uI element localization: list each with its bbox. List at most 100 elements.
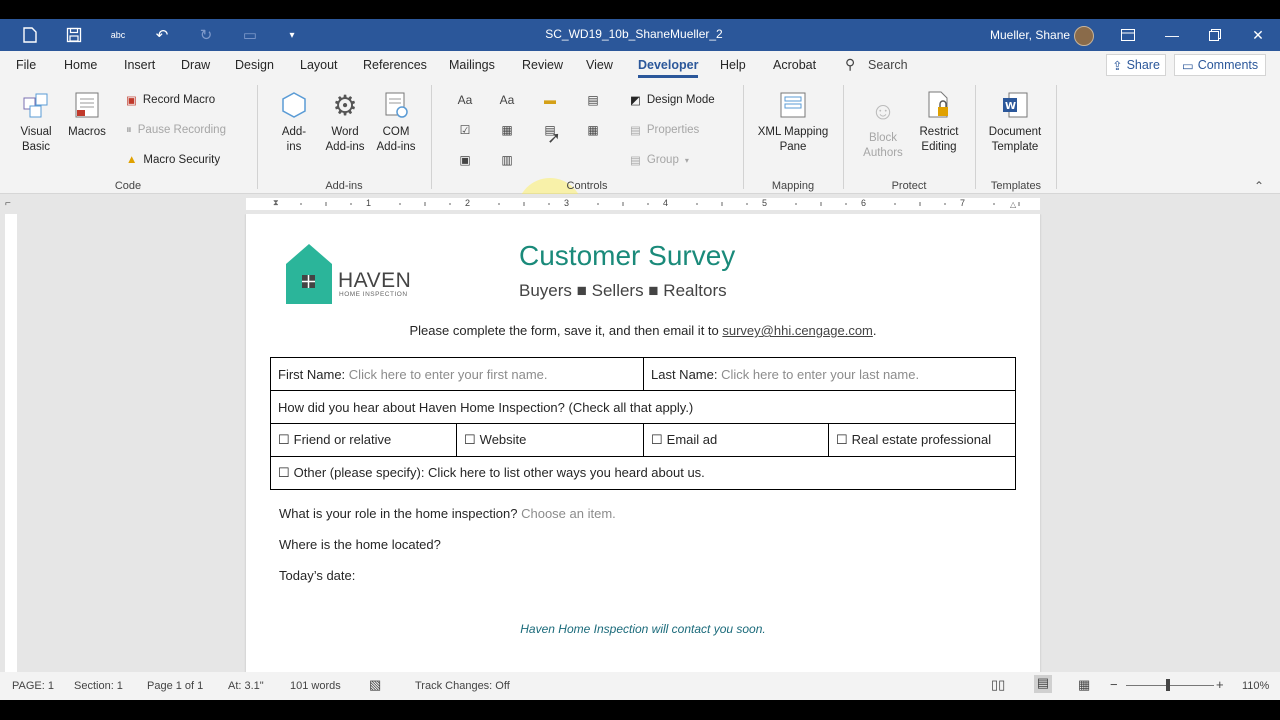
proofing-icon[interactable]: ▧ (369, 677, 381, 693)
collapse-ribbon-icon[interactable]: ⌃ (1254, 179, 1264, 193)
right-indent-marker[interactable]: △ (1010, 200, 1016, 209)
macros-icon (71, 89, 103, 121)
last-name-field[interactable]: Click here to enter your last name. (721, 367, 919, 382)
read-mode-icon[interactable]: ▯▯ (991, 677, 1005, 693)
avatar[interactable] (1074, 26, 1094, 46)
zoom-slider-track[interactable] (1126, 685, 1214, 686)
document-page[interactable]: HAVEN HOME INSPECTION Customer Survey Bu… (246, 214, 1040, 672)
block-authors-button[interactable]: ☺ Block Authors (858, 95, 908, 161)
other-text[interactable]: Other (please specify): Click here to li… (294, 465, 705, 480)
checkbox-control-icon[interactable]: ☑ (456, 121, 474, 139)
document-template-label: Document Template (988, 126, 1042, 153)
tab-view[interactable]: View (586, 58, 613, 72)
email-ad-checkbox[interactable]: ☐ (651, 432, 663, 447)
tab-references[interactable]: References (363, 58, 427, 72)
visual-basic-button[interactable]: Visual Basic (16, 89, 56, 155)
ruler-number: 3 (564, 198, 570, 208)
first-name-field[interactable]: Click here to enter your first name. (349, 367, 548, 382)
tab-layout[interactable]: Layout (300, 58, 338, 72)
minimize-icon[interactable]: — (1162, 25, 1182, 45)
restrict-editing-label: Restrict Editing (919, 126, 959, 153)
email-link[interactable]: survey@hhi.cengage.com (722, 323, 873, 338)
position-indicator[interactable]: At: 3.1" (228, 680, 264, 692)
track-changes-status[interactable]: Track Changes: Off (415, 680, 510, 692)
document-template-button[interactable]: W Document Template (984, 89, 1046, 155)
tab-home[interactable]: Home (64, 58, 97, 72)
search-input[interactable]: Search (868, 58, 908, 72)
page-indicator[interactable]: PAGE: 1 (12, 680, 54, 692)
comment-icon: ▭ (1181, 58, 1194, 73)
horizontal-ruler[interactable]: ⌐ 1 2 3 4 5 6 7 ⧗ △ (0, 194, 1280, 214)
picture-control-icon[interactable]: ▬ (541, 91, 559, 109)
page-count[interactable]: Page 1 of 1 (147, 680, 203, 692)
close-icon[interactable]: ✕ (1248, 25, 1268, 45)
zoom-level[interactable]: 110% (1242, 680, 1269, 692)
website-option-cell: ☐ Website (456, 423, 644, 457)
ruler-strip: 1 2 3 4 5 6 7 ⧗ △ (246, 198, 1040, 210)
visual-basic-icon (20, 89, 52, 121)
user-name[interactable]: Mueller, Shane (990, 28, 1070, 42)
restrict-editing-button[interactable]: Restrict Editing (914, 89, 964, 155)
vertical-ruler[interactable] (5, 214, 17, 672)
combo-box-icon[interactable]: ▦ (498, 121, 516, 139)
zoom-in-icon[interactable]: + (1216, 677, 1224, 692)
share-button[interactable]: ⇪ Share (1106, 54, 1166, 76)
tab-design[interactable]: Design (235, 58, 274, 72)
web-layout-icon[interactable]: ▦ (1078, 677, 1090, 693)
com-addins-button[interactable]: COM Add-ins (373, 89, 419, 155)
addins-button[interactable]: Add- ins (274, 89, 314, 155)
tab-acrobat[interactable]: Acrobat (773, 58, 816, 72)
role-dropdown[interactable]: Choose an item. (521, 506, 616, 521)
pause-recording-label: Pause Recording (137, 124, 226, 136)
first-name-label: First Name: (278, 366, 346, 382)
ruler-number: 4 (663, 198, 669, 208)
warning-icon: ▲ (126, 154, 138, 166)
com-addins-label: COM Add-ins (376, 126, 416, 153)
word-addins-button[interactable]: ⚙ Word Add-ins (322, 89, 368, 155)
realestate-checkbox[interactable]: ☐ (836, 432, 848, 447)
website-checkbox[interactable]: ☐ (464, 432, 476, 447)
design-mode-button[interactable]: ◩ Design Mode (630, 91, 715, 109)
left-indent-marker[interactable]: ⧗ (273, 198, 279, 208)
tab-review[interactable]: Review (522, 58, 563, 72)
date-picker-icon[interactable]: ▦ (584, 121, 602, 139)
macros-button[interactable]: Macros (66, 89, 108, 140)
building-block-icon[interactable]: ▤ (584, 91, 602, 109)
tab-mailings[interactable]: Mailings (449, 58, 495, 72)
tab-file[interactable]: File (16, 58, 36, 72)
tab-insert[interactable]: Insert (124, 58, 155, 72)
properties-button[interactable]: ▤ Properties (630, 121, 699, 139)
design-mode-label: Design Mode (646, 94, 715, 106)
macro-security-button[interactable]: ▲ Macro Security (126, 151, 220, 169)
group-separator (257, 85, 258, 189)
plain-text-control-icon[interactable]: Aa (498, 91, 516, 109)
tab-help[interactable]: Help (720, 58, 746, 72)
record-macro-button[interactable]: ▣ Record Macro (126, 91, 215, 109)
tab-draw[interactable]: Draw (181, 58, 210, 72)
design-mode-icon: ◩ (630, 95, 641, 107)
rich-text-control-icon[interactable]: Aa (456, 91, 474, 109)
last-name-label: Last Name: (651, 366, 718, 382)
pause-recording-button[interactable]: ⏸ Pause Recording (126, 121, 226, 139)
other-checkbox[interactable]: ☐ (278, 465, 290, 480)
friend-checkbox[interactable]: ☐ (278, 432, 290, 447)
tab-selector-icon[interactable]: ⌐ (5, 198, 17, 210)
role-question: What is your role in the home inspection… (279, 506, 616, 521)
restore-icon[interactable] (1205, 25, 1225, 45)
ribbon-display-icon[interactable] (1118, 25, 1138, 45)
section-indicator[interactable]: Section: 1 (74, 680, 123, 692)
group-button[interactable]: ▤ Group ▾ (630, 151, 689, 169)
word-icon: W (999, 89, 1031, 121)
zoom-out-icon[interactable]: − (1110, 677, 1118, 692)
comments-button[interactable]: ▭ Comments (1174, 54, 1266, 76)
print-layout-icon[interactable]: ▤ (1034, 675, 1052, 693)
legacy-tools-icon[interactable]: ▥ (498, 151, 516, 169)
zoom-slider-thumb[interactable] (1166, 679, 1170, 691)
search-icon[interactable]: ⚲ (845, 56, 855, 73)
xml-mapping-pane-button[interactable]: XML Mapping Pane (754, 89, 832, 155)
website-label: Website (479, 432, 527, 447)
repeating-section-icon[interactable]: ▣ (456, 151, 474, 169)
comments-label: Comments (1197, 58, 1259, 72)
tab-developer[interactable]: Developer (638, 58, 699, 78)
word-count[interactable]: 101 words (290, 680, 341, 692)
